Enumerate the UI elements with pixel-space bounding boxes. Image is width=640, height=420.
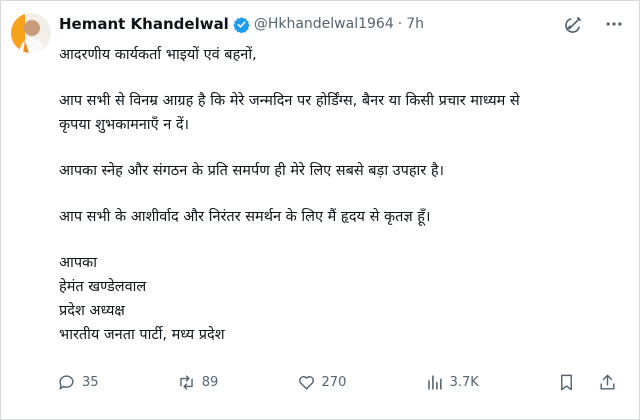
separator-dot: · xyxy=(397,16,403,32)
tweet-header: Hemant Khandelwal @Hkhandelwal1964 · 7h xyxy=(59,13,424,35)
like-count: 270 xyxy=(321,375,347,390)
author-name[interactable]: Hemant Khandelwal xyxy=(59,15,229,33)
bookmark-button[interactable] xyxy=(557,373,576,392)
post-time[interactable]: 7h xyxy=(406,16,424,32)
right-actions xyxy=(557,373,617,392)
top-actions xyxy=(563,13,625,35)
tweet-card: Hemant Khandelwal @Hkhandelwal1964 · 7h … xyxy=(0,0,640,420)
reply-icon xyxy=(59,375,74,390)
signature-line: प्रदेश अध्यक्ष xyxy=(59,303,125,319)
more-icon[interactable] xyxy=(603,13,625,35)
views-button[interactable]: 3.7K xyxy=(425,373,479,392)
bookmark-icon xyxy=(561,374,572,391)
views-count: 3.7K xyxy=(449,375,479,390)
author-handle[interactable]: @Hkhandelwal1964 xyxy=(254,16,394,32)
tweet-text: आदरणीय कार्यकर्ता भाइयों एवं बहनों, आप स… xyxy=(59,43,625,347)
views-icon xyxy=(427,375,442,390)
action-bar: 35 89 270 3.7K xyxy=(57,373,617,392)
like-icon xyxy=(298,376,314,390)
grok-icon[interactable] xyxy=(563,13,585,35)
verified-badge-icon xyxy=(233,16,250,33)
reply-button[interactable]: 35 xyxy=(57,373,99,392)
avatar[interactable] xyxy=(11,13,51,53)
post-line: आदरणीय कार्यकर्ता भाइयों एवं बहनों, xyxy=(59,47,257,63)
signature-line: भारतीय जनता पार्टी, मध्य प्रदेश xyxy=(59,327,225,343)
repost-icon xyxy=(180,375,193,390)
post-line: आप सभी के आशीर्वाद और निरंतर समर्थन के ल… xyxy=(59,209,431,225)
post-line: आपका स्नेह और संगठन के प्रति समर्पण ही म… xyxy=(59,163,445,179)
signature-line: आपका xyxy=(59,255,97,271)
post-line: आप सभी से विनम्र आग्रह है कि मेरे जन्मदि… xyxy=(59,93,520,109)
reply-count: 35 xyxy=(82,375,99,390)
like-button[interactable]: 270 xyxy=(297,373,347,392)
share-button[interactable] xyxy=(598,373,617,392)
share-icon xyxy=(600,374,615,390)
signature-line: हेमंत खण्डेलवाल xyxy=(59,279,147,295)
repost-button[interactable]: 89 xyxy=(177,373,219,392)
post-line: कृपया शुभकामनाएँ न दें। xyxy=(59,117,190,133)
repost-count: 89 xyxy=(201,375,219,390)
